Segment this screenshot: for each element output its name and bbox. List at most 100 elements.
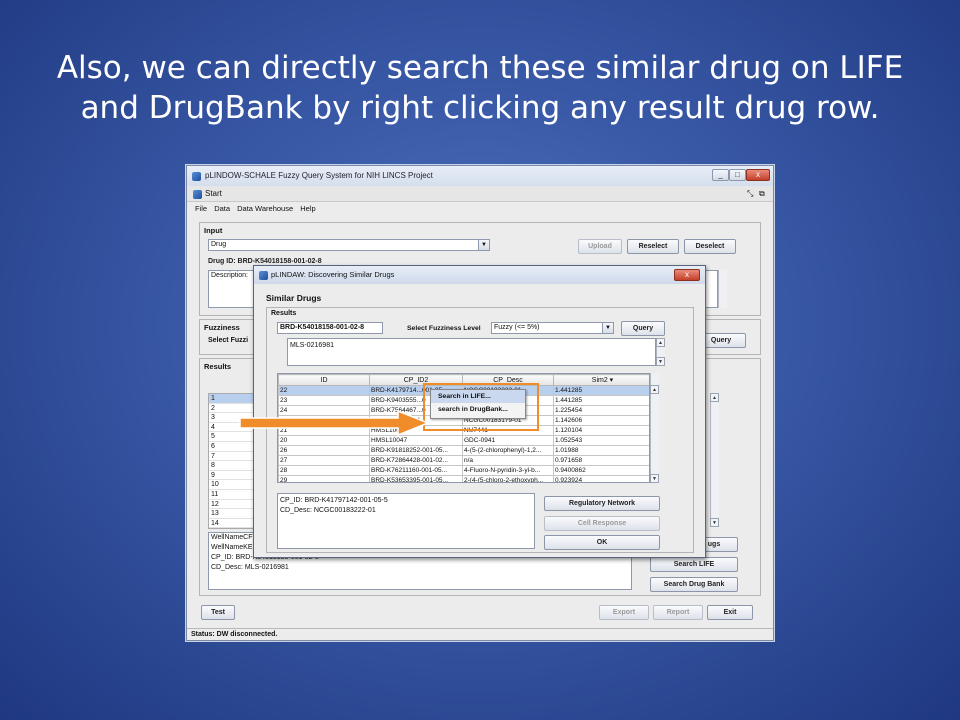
cell-sim2[interactable]: 0.971658 bbox=[553, 455, 649, 466]
results-row-number[interactable]: 6 bbox=[209, 441, 253, 452]
col-header-sim2[interactable]: Sim2 ▾ bbox=[553, 374, 649, 386]
scroll-up-icon[interactable]: ▲ bbox=[710, 393, 719, 402]
dialog-description-area[interactable]: MLS-0216981 bbox=[287, 338, 656, 366]
search-drugbank-button[interactable]: Search Drug Bank bbox=[650, 577, 738, 592]
scroll-down-icon[interactable]: ▼ bbox=[656, 357, 665, 366]
results-row-number[interactable]: 1 bbox=[209, 394, 253, 404]
reselect-button[interactable]: Reselect bbox=[627, 239, 679, 254]
app-icon bbox=[192, 172, 201, 181]
export-button[interactable]: Export bbox=[599, 605, 649, 620]
cell-id[interactable]: 20 bbox=[278, 435, 370, 446]
cell-cp-id2[interactable]: BRD-K76211160-001-05... bbox=[369, 465, 463, 476]
dialog-title: pLINDAW: Discovering Similar Drugs bbox=[271, 270, 395, 279]
dialog-detail-area[interactable]: CP_ID: BRD-K41797142-001-05-5 CD_Desc: N… bbox=[277, 493, 535, 549]
scroll-down-icon[interactable]: ▼ bbox=[650, 474, 659, 483]
results-row-number[interactable]: 9 bbox=[209, 470, 253, 481]
deselect-button[interactable]: Deselect bbox=[684, 239, 736, 254]
scroll-up-icon[interactable]: ▲ bbox=[656, 338, 665, 347]
results-row-number[interactable]: 11 bbox=[209, 489, 253, 500]
search-life-button[interactable]: Search LIFE bbox=[650, 557, 738, 572]
cell-sim2[interactable]: 1.441285 bbox=[553, 385, 649, 396]
scroll-down-icon[interactable]: ▼ bbox=[710, 518, 719, 527]
internal-frame-bar: Start ⤡ ⧉ bbox=[187, 186, 773, 202]
results-row-number[interactable]: 13 bbox=[209, 509, 253, 519]
results-row-number[interactable]: 14 bbox=[209, 518, 253, 529]
cell-sim2[interactable]: 0.9400862 bbox=[553, 465, 649, 476]
cell-sim2[interactable]: 1.142606 bbox=[553, 415, 649, 426]
cell-id[interactable]: 29 bbox=[278, 475, 370, 482]
cell-id[interactable]: 26 bbox=[278, 445, 370, 456]
frame-title: Start bbox=[205, 189, 222, 198]
drug-table-scrollbar[interactable]: ▲ ▼ bbox=[650, 373, 659, 483]
upload-button[interactable]: Upload bbox=[578, 239, 622, 254]
menu-data-warehouse[interactable]: Data Warehouse bbox=[237, 204, 293, 213]
cell-id[interactable]: 28 bbox=[278, 465, 370, 476]
cell-cp-id2[interactable]: BRD-K72864428-001-02... bbox=[369, 455, 463, 466]
dialog-icon bbox=[259, 271, 268, 280]
similar-drugs-label: ugs bbox=[707, 541, 721, 548]
minimize-button[interactable]: _ bbox=[712, 169, 729, 181]
results-row-number[interactable]: 7 bbox=[209, 451, 253, 462]
cell-sim2[interactable]: 1.052543 bbox=[553, 435, 649, 446]
similar-drugs-heading: Similar Drugs bbox=[266, 293, 322, 303]
table-row[interactable]: 27 BRD-K72864428-001-02... n/a 0.971658 bbox=[278, 455, 649, 466]
dialog-drug-id-field[interactable]: BRD-K54018158-001-02-8 bbox=[277, 322, 383, 334]
chevron-down-icon[interactable]: ▼ bbox=[478, 240, 489, 250]
menu-data[interactable]: Data bbox=[214, 204, 230, 213]
chevron-down-icon[interactable]: ▼ bbox=[602, 323, 613, 333]
frame-maximize-icon[interactable]: ⧉ bbox=[759, 186, 765, 202]
dialog-detail-line: CP_ID: BRD-K41797142-001-05-5 bbox=[280, 497, 388, 504]
cell-cp-id2[interactable]: BRD-K53653395-001-05... bbox=[369, 475, 463, 482]
close-window-button[interactable]: x bbox=[746, 169, 770, 181]
cell-sim2[interactable]: 0.923924 bbox=[553, 475, 649, 482]
cell-cp-desc[interactable]: 2-(4-(5-chloro-2-ethoxyph... bbox=[462, 475, 554, 482]
cell-id[interactable]: 23 bbox=[278, 395, 370, 406]
cell-sim2[interactable]: 1.225454 bbox=[553, 405, 649, 416]
cell-cp-desc[interactable]: 4-Fluoro-N-pyridin-3-yl-b... bbox=[462, 465, 554, 476]
table-row[interactable]: 28 BRD-K76211160-001-05... 4-Fluoro-N-pyri… bbox=[278, 465, 649, 476]
input-panel-title: Input bbox=[204, 226, 223, 235]
dialog-query-button[interactable]: Query bbox=[621, 321, 665, 336]
dialog-detail-line: CD_Desc: NCGC00183222-01 bbox=[280, 507, 376, 514]
cell-sim2[interactable]: 1.01988 bbox=[553, 445, 649, 456]
table-row[interactable]: 29 BRD-K53653395-001-05... 2-(4-(5-chloro-… bbox=[278, 475, 649, 482]
results-row-number[interactable]: 8 bbox=[209, 461, 253, 471]
cell-id[interactable]: 27 bbox=[278, 455, 370, 466]
cell-cp-desc[interactable]: GDC-0941 bbox=[462, 435, 554, 446]
main-window-title: pLINDOW-SCHALE Fuzzy Query System for NI… bbox=[205, 171, 433, 180]
col-header-id[interactable]: ID bbox=[278, 374, 370, 386]
main-window-titlebar: pLINDOW-SCHALE Fuzzy Query System for NI… bbox=[187, 166, 773, 186]
scroll-up-icon[interactable]: ▲ bbox=[650, 385, 659, 394]
ok-button[interactable]: OK bbox=[544, 535, 660, 550]
dialog-description-scrollbar[interactable]: ▲ ▼ bbox=[656, 338, 665, 366]
report-button[interactable]: Report bbox=[653, 605, 703, 620]
cell-cp-desc[interactable]: 4-(5-(2-chlorophenyl)-1,2... bbox=[462, 445, 554, 456]
test-button[interactable]: Test bbox=[201, 605, 235, 620]
dialog-close-button[interactable]: x bbox=[674, 269, 700, 281]
annotation-arrow-icon bbox=[239, 410, 431, 436]
input-type-combo[interactable]: Drug ▼ bbox=[208, 239, 490, 251]
fuzziness-level-combo[interactable]: Fuzzy (<= 5%) ▼ bbox=[491, 322, 614, 334]
cell-sim2[interactable]: 1.441285 bbox=[553, 395, 649, 406]
fuzziness-level-value: Fuzzy (<= 5%) bbox=[494, 324, 540, 331]
results-row-number[interactable]: 10 bbox=[209, 480, 253, 490]
cell-cp-id2[interactable]: BRD-K91818252-001-05... bbox=[369, 445, 463, 456]
description-label: Description: bbox=[211, 272, 248, 279]
menu-file[interactable]: File bbox=[195, 204, 207, 213]
cell-cp-desc[interactable]: n/a bbox=[462, 455, 554, 466]
cell-sim2[interactable]: 1.120104 bbox=[553, 425, 649, 436]
cell-cp-id2[interactable]: HMSL10047 bbox=[369, 435, 463, 446]
table-row[interactable]: 26 BRD-K91818252-001-05... 4-(5-(2-chlorop… bbox=[278, 445, 649, 456]
results-row-number[interactable]: 12 bbox=[209, 499, 253, 510]
cell-response-button[interactable]: Cell Response bbox=[544, 516, 660, 531]
frame-restore-icon[interactable]: ⤡ bbox=[747, 186, 753, 202]
maximize-button[interactable]: □ bbox=[729, 169, 746, 181]
results-scrollbar[interactable]: ▲ ▼ bbox=[710, 393, 719, 527]
table-row[interactable]: 20 HMSL10047 GDC-0941 1.052543 bbox=[278, 435, 649, 446]
regulatory-network-button[interactable]: Regulatory Network bbox=[544, 496, 660, 511]
description-scrollbar[interactable] bbox=[718, 270, 727, 308]
menu-help[interactable]: Help bbox=[300, 204, 315, 213]
cell-id[interactable]: 22 bbox=[278, 385, 370, 396]
slide-title-line1: Also, we can directly search these simil… bbox=[56, 50, 904, 86]
exit-button[interactable]: Exit bbox=[707, 605, 753, 620]
